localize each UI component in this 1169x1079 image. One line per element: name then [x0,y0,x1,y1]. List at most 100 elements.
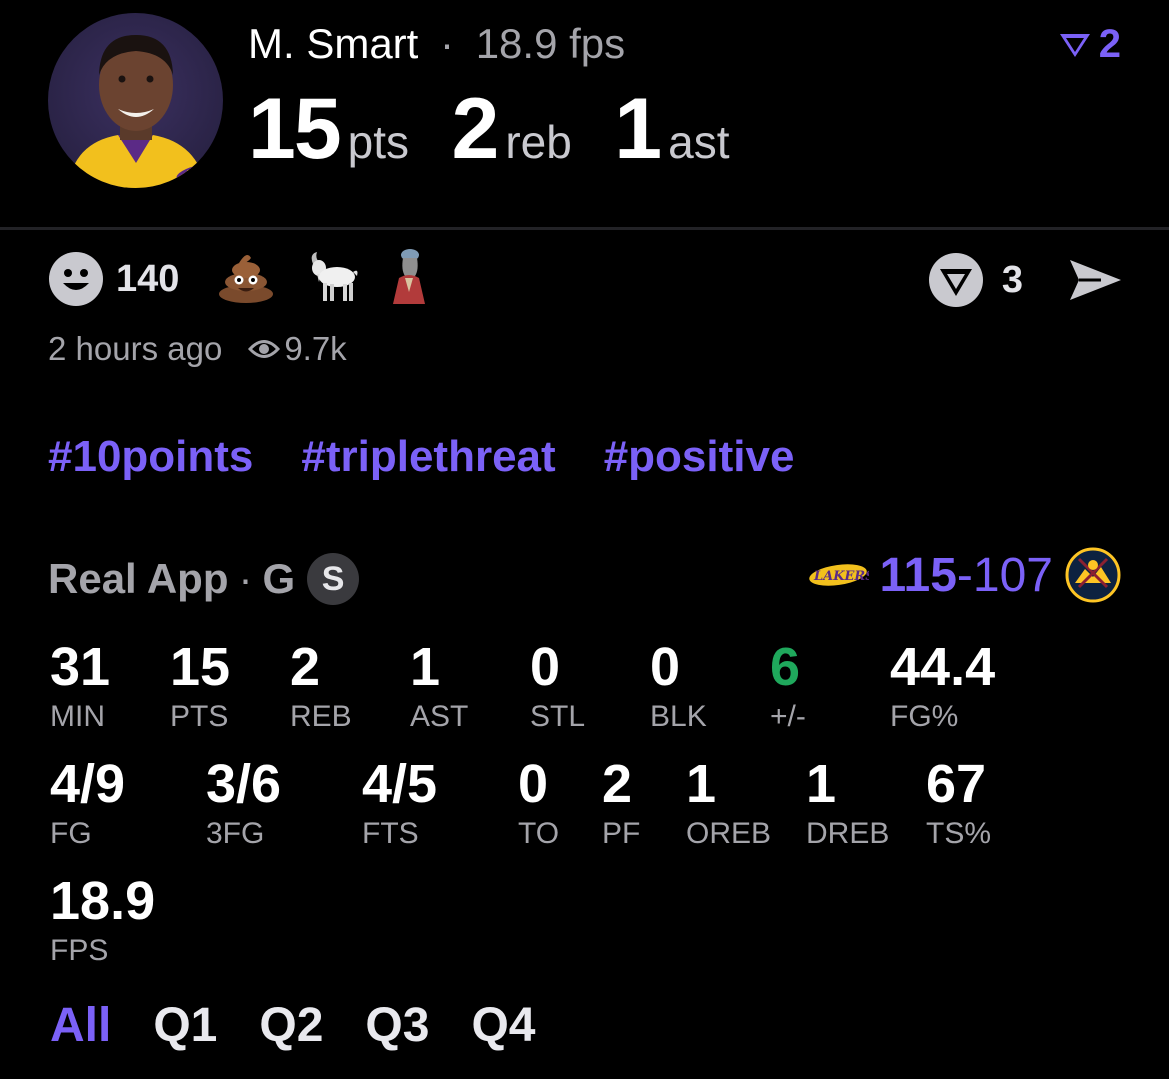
tab-q3[interactable]: Q3 [365,998,429,1053]
stat-value: 1 [806,754,837,814]
app-name: Real App [48,555,229,602]
player-position: G [262,555,296,602]
post-actions: 3 [928,252,1123,308]
stat-fps: 18.9 FPS [50,874,155,966]
stat-label: FG% [890,700,959,733]
stat-label: FTS [362,817,419,850]
stat-fg: 4/9 FG [50,757,125,849]
stat-label: BLK [650,700,707,733]
stat-label: PTS [170,700,229,733]
ast-unit: ast [668,116,730,168]
stat-value: 4/5 [362,754,438,814]
tab-q2[interactable]: Q2 [259,998,323,1053]
eye-icon [248,340,281,358]
reb-value: 2 [451,81,500,177]
hashtag[interactable]: #triplethreat [301,432,555,482]
tab-q1[interactable]: Q1 [153,998,217,1053]
stat-value: 0 [650,637,681,697]
stat-label: MIN [50,700,105,733]
player-title: M. Smart · 18.9 fps [248,20,625,68]
real-logo-icon [1059,33,1090,57]
quarter-tabs: All Q1 Q2 Q3 Q4 [50,998,535,1053]
stat-label: REB [290,700,352,733]
reb-unit: reb [505,116,572,168]
divider [0,227,1169,230]
stat-value: 67 [926,754,987,814]
player-avatar[interactable]: LAKERS [48,13,223,188]
ast-value: 1 [614,81,662,177]
stat-label: 3FG [206,817,265,850]
stat-label: AST [410,700,469,733]
stat-label: FG [50,817,92,850]
poop-icon[interactable] [217,250,275,309]
stat-ast: 1 AST [410,640,468,732]
stat-label: +/- [770,700,806,733]
stat-oreb: 1 OREB [686,757,771,849]
stat-stl: 0 STL [530,640,585,732]
stat-value: 2 [290,637,321,697]
stat-value: 6 [770,637,801,697]
tab-q4[interactable]: Q4 [471,998,535,1053]
stat-fts: 4/5 FTS [362,757,437,849]
stat-value: 44.4 [890,637,996,697]
stat-plus-minus: 6 +/- [770,640,806,732]
starter-badge: S [307,553,360,605]
stat-value: 2 [602,754,633,814]
stat-value: 15 [170,637,231,697]
stat-label: FPS [50,934,109,967]
nuggets-score: 107 [972,548,1053,602]
stat-to: 0 TO [518,757,559,849]
svg-text:LAKERS: LAKERS [813,569,869,584]
stat-line: 15 pts 2 reb 1 ast [248,80,768,179]
hashtag[interactable]: #10points [48,432,253,482]
stat-label: PF [602,817,641,850]
stat-pf: 2 PF [602,757,640,849]
lakers-logo-icon: LAKERS [809,564,869,586]
pts-unit: pts [347,116,410,168]
real-coin-icon[interactable] [928,252,984,308]
title-separator: · [440,20,455,67]
stat-value: 31 [50,637,111,697]
stat-label: TO [518,817,560,850]
stat-ts-pct: 67 TS% [926,757,991,849]
stat-reb: 2 REB [290,640,352,732]
hashtag[interactable]: #positive [604,432,795,482]
nuggets-logo-icon [1065,547,1121,603]
stat-value: 4/9 [50,754,126,814]
stat-value: 3/6 [206,754,282,814]
stat-label: OREB [686,817,772,850]
app-separator: · [238,555,253,602]
stat-label: TS% [926,817,992,850]
send-icon[interactable] [1067,257,1123,303]
view-count: 9.7k [248,330,347,368]
goat-icon[interactable] [307,250,359,309]
time-ago: 2 hours ago [48,330,223,367]
stat-3fg: 3/6 3FG [206,757,281,849]
game-score[interactable]: LAKERS 115 - 107 [807,547,1121,603]
player-name[interactable]: M. Smart [248,20,418,67]
smiley-icon[interactable] [48,251,104,307]
lakers-score: 115 [879,548,957,602]
badge-count: 2 [1098,22,1121,66]
game-source-row: Real App · G S [48,553,360,605]
real-badge-button[interactable]: 2 [1057,22,1121,67]
stat-blk: 0 BLK [650,640,707,732]
coin-count: 3 [1001,258,1023,301]
pts-value: 15 [248,81,342,177]
hashtags: #10points #triplethreat #positive [48,432,794,482]
fps-label: 18.9 fps [475,20,626,67]
stat-label: STL [530,700,586,733]
moai-icon[interactable] [391,248,427,311]
stat-dreb: 1 DREB [806,757,889,849]
reaction-count: 140 [116,257,180,300]
reactions-row: 140 [48,248,459,311]
post-meta: 2 hours ago 9.7k [48,330,347,368]
score-dash: - [956,548,973,602]
stat-value: 0 [530,637,561,697]
stat-value: 1 [410,637,441,697]
stat-fg-pct: 44.4 FG% [890,640,995,732]
stat-value: 1 [686,754,717,814]
views-value: 9.7k [284,330,347,367]
stat-value: 18.9 [50,871,156,931]
tab-all[interactable]: All [50,998,111,1053]
